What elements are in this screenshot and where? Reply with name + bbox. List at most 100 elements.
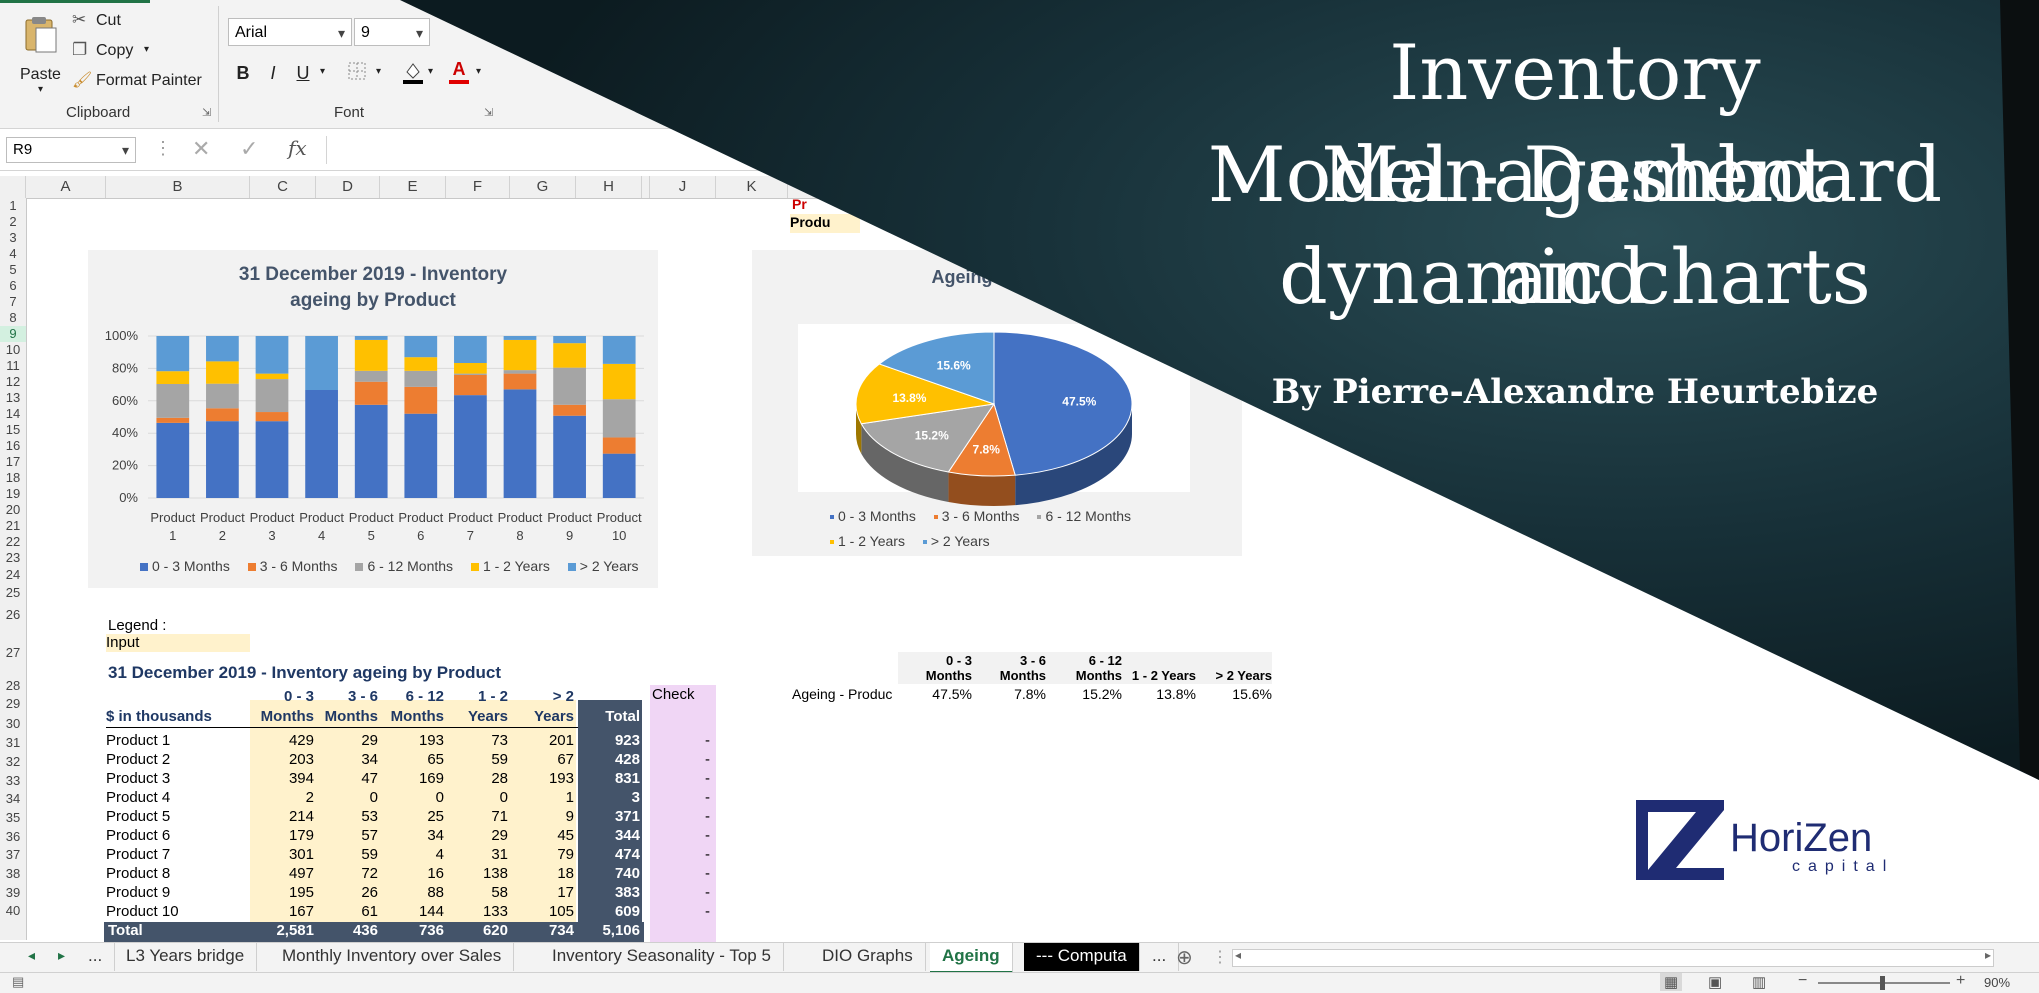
table-cell[interactable]: 133 bbox=[446, 903, 508, 920]
scroll-left-icon[interactable]: ◂ bbox=[28, 947, 35, 964]
summary-header[interactable]: 6 - 12 bbox=[1048, 653, 1122, 668]
table-cell[interactable]: 203 bbox=[250, 751, 314, 768]
column-header[interactable]: E bbox=[380, 176, 446, 198]
row-header[interactable]: 2 bbox=[0, 214, 26, 230]
check-cell[interactable]: - bbox=[650, 789, 710, 806]
table-cell[interactable]: 2,581 bbox=[250, 922, 314, 939]
check-cell[interactable]: - bbox=[650, 884, 710, 901]
table-cell[interactable]: 436 bbox=[316, 922, 378, 939]
table-cell[interactable]: 31 bbox=[446, 846, 508, 863]
table-cell[interactable]: 195 bbox=[250, 884, 314, 901]
table-cell[interactable]: 28 bbox=[446, 770, 508, 787]
sheet-tab[interactable]: --- Computa bbox=[1024, 943, 1140, 971]
table-cell[interactable]: 17 bbox=[510, 884, 574, 901]
table-cell[interactable]: 620 bbox=[446, 922, 508, 939]
summary-cell[interactable]: 7.8% bbox=[972, 686, 1046, 702]
format-painter-button[interactable]: 🖌 Format Painter bbox=[72, 70, 212, 94]
row-header[interactable]: 1 bbox=[0, 198, 26, 214]
row-header[interactable]: 22 bbox=[0, 534, 26, 550]
row-header[interactable]: 12 bbox=[0, 374, 26, 390]
table-cell[interactable]: 26 bbox=[316, 884, 378, 901]
column-header[interactable]: K bbox=[716, 176, 788, 198]
table-cell[interactable]: 29 bbox=[316, 732, 378, 749]
row-header[interactable]: 33 bbox=[0, 772, 26, 790]
cancel-icon[interactable]: ✕ bbox=[192, 136, 210, 162]
row-label[interactable]: Product 5 bbox=[106, 808, 246, 825]
check-cell[interactable]: - bbox=[650, 827, 710, 844]
summary-header[interactable]: Months bbox=[898, 668, 972, 683]
row-header[interactable]: 9 bbox=[0, 326, 26, 342]
column-header[interactable]: C bbox=[250, 176, 316, 198]
sheet-tab[interactable]: L3 Years bridge bbox=[114, 943, 258, 971]
table-cell[interactable]: 179 bbox=[250, 827, 314, 844]
total-cell[interactable]: 428 bbox=[578, 751, 640, 768]
normal-view-icon[interactable]: ▦ bbox=[1660, 973, 1683, 991]
table-cell[interactable]: 201 bbox=[510, 732, 574, 749]
total-cell[interactable]: 344 bbox=[578, 827, 640, 844]
fill-color-icon[interactable] bbox=[400, 58, 426, 84]
bar-chart[interactable]: 31 December 2019 - Inventory ageing by P… bbox=[88, 250, 658, 588]
table-cell[interactable]: 497 bbox=[250, 865, 314, 882]
row-label[interactable]: Product 10 bbox=[106, 903, 246, 920]
table-cell[interactable]: 0 bbox=[316, 789, 378, 806]
row-header[interactable]: 34 bbox=[0, 790, 26, 808]
table-cell[interactable]: 16 bbox=[380, 865, 444, 882]
row-header[interactable]: 10 bbox=[0, 342, 26, 358]
summary-header[interactable]: 0 - 3 bbox=[898, 653, 972, 668]
table-cell[interactable]: 105 bbox=[510, 903, 574, 920]
select-all-corner[interactable] bbox=[0, 176, 26, 198]
column-header-cell[interactable]: Months bbox=[380, 708, 444, 725]
row-header[interactable]: 29 bbox=[0, 694, 26, 714]
table-cell[interactable]: 193 bbox=[510, 770, 574, 787]
font-color-button[interactable]: A bbox=[446, 56, 472, 84]
row-header[interactable]: 27 bbox=[0, 628, 26, 678]
row-header[interactable]: 36 bbox=[0, 828, 26, 846]
table-cell[interactable]: 67 bbox=[510, 751, 574, 768]
total-label[interactable]: Total bbox=[108, 922, 228, 939]
row-header[interactable]: 8 bbox=[0, 310, 26, 326]
table-cell[interactable]: 45 bbox=[510, 827, 574, 844]
sheet-tab[interactable]: Monthly Inventory over Sales bbox=[270, 943, 515, 971]
row-header[interactable]: 21 bbox=[0, 518, 26, 534]
copy-button[interactable]: ❐ Copy ▾ bbox=[72, 40, 182, 64]
row-label[interactable]: Product 7 bbox=[106, 846, 246, 863]
check-cell[interactable]: - bbox=[650, 751, 710, 768]
table-cell[interactable]: 72 bbox=[316, 865, 378, 882]
row-header[interactable]: 20 bbox=[0, 502, 26, 518]
row-label[interactable]: Product 8 bbox=[106, 865, 246, 882]
table-cell[interactable]: 58 bbox=[446, 884, 508, 901]
table-cell[interactable]: 301 bbox=[250, 846, 314, 863]
check-cell[interactable]: - bbox=[650, 865, 710, 882]
row-header[interactable]: 28 bbox=[0, 678, 26, 694]
scroll-left-icon[interactable]: ◂ bbox=[1235, 948, 1241, 962]
table-cell[interactable]: 169 bbox=[380, 770, 444, 787]
row-header[interactable]: 6 bbox=[0, 278, 26, 294]
zoom-out-icon[interactable]: − bbox=[1798, 972, 1807, 990]
table-cell[interactable]: 61 bbox=[316, 903, 378, 920]
row-header[interactable]: 7 bbox=[0, 294, 26, 310]
summary-cell[interactable]: 47.5% bbox=[898, 686, 972, 702]
enter-icon[interactable]: ✓ bbox=[240, 136, 258, 162]
summary-header[interactable]: > 2 Years bbox=[1198, 668, 1272, 683]
row-header[interactable]: 38 bbox=[0, 864, 26, 884]
cut-button[interactable]: ✂ Cut bbox=[72, 10, 162, 34]
table-cell[interactable]: 73 bbox=[446, 732, 508, 749]
sheet-tab[interactable]: ... bbox=[1140, 943, 1180, 971]
column-header-cell[interactable]: 0 - 3 bbox=[250, 688, 314, 705]
unit-label[interactable]: $ in thousands bbox=[106, 708, 246, 725]
font-size-combo[interactable]: 9 ▾ bbox=[354, 18, 430, 46]
column-header[interactable]: B bbox=[106, 176, 250, 198]
table-cell[interactable]: 138 bbox=[446, 865, 508, 882]
row-header[interactable]: 11 bbox=[0, 358, 26, 374]
sheet-tab[interactable]: Ageing bbox=[930, 943, 1013, 974]
table-cell[interactable]: 71 bbox=[446, 808, 508, 825]
row-label[interactable]: Product 2 bbox=[106, 751, 246, 768]
table-cell[interactable]: 394 bbox=[250, 770, 314, 787]
table-cell[interactable]: 57 bbox=[316, 827, 378, 844]
row-header[interactable]: 3 bbox=[0, 230, 26, 246]
summary-cell[interactable]: 15.2% bbox=[1048, 686, 1122, 702]
summary-header[interactable]: Months bbox=[972, 668, 1046, 683]
column-header[interactable]: D bbox=[316, 176, 380, 198]
table-cell[interactable]: 144 bbox=[380, 903, 444, 920]
check-cell[interactable]: - bbox=[650, 770, 710, 787]
